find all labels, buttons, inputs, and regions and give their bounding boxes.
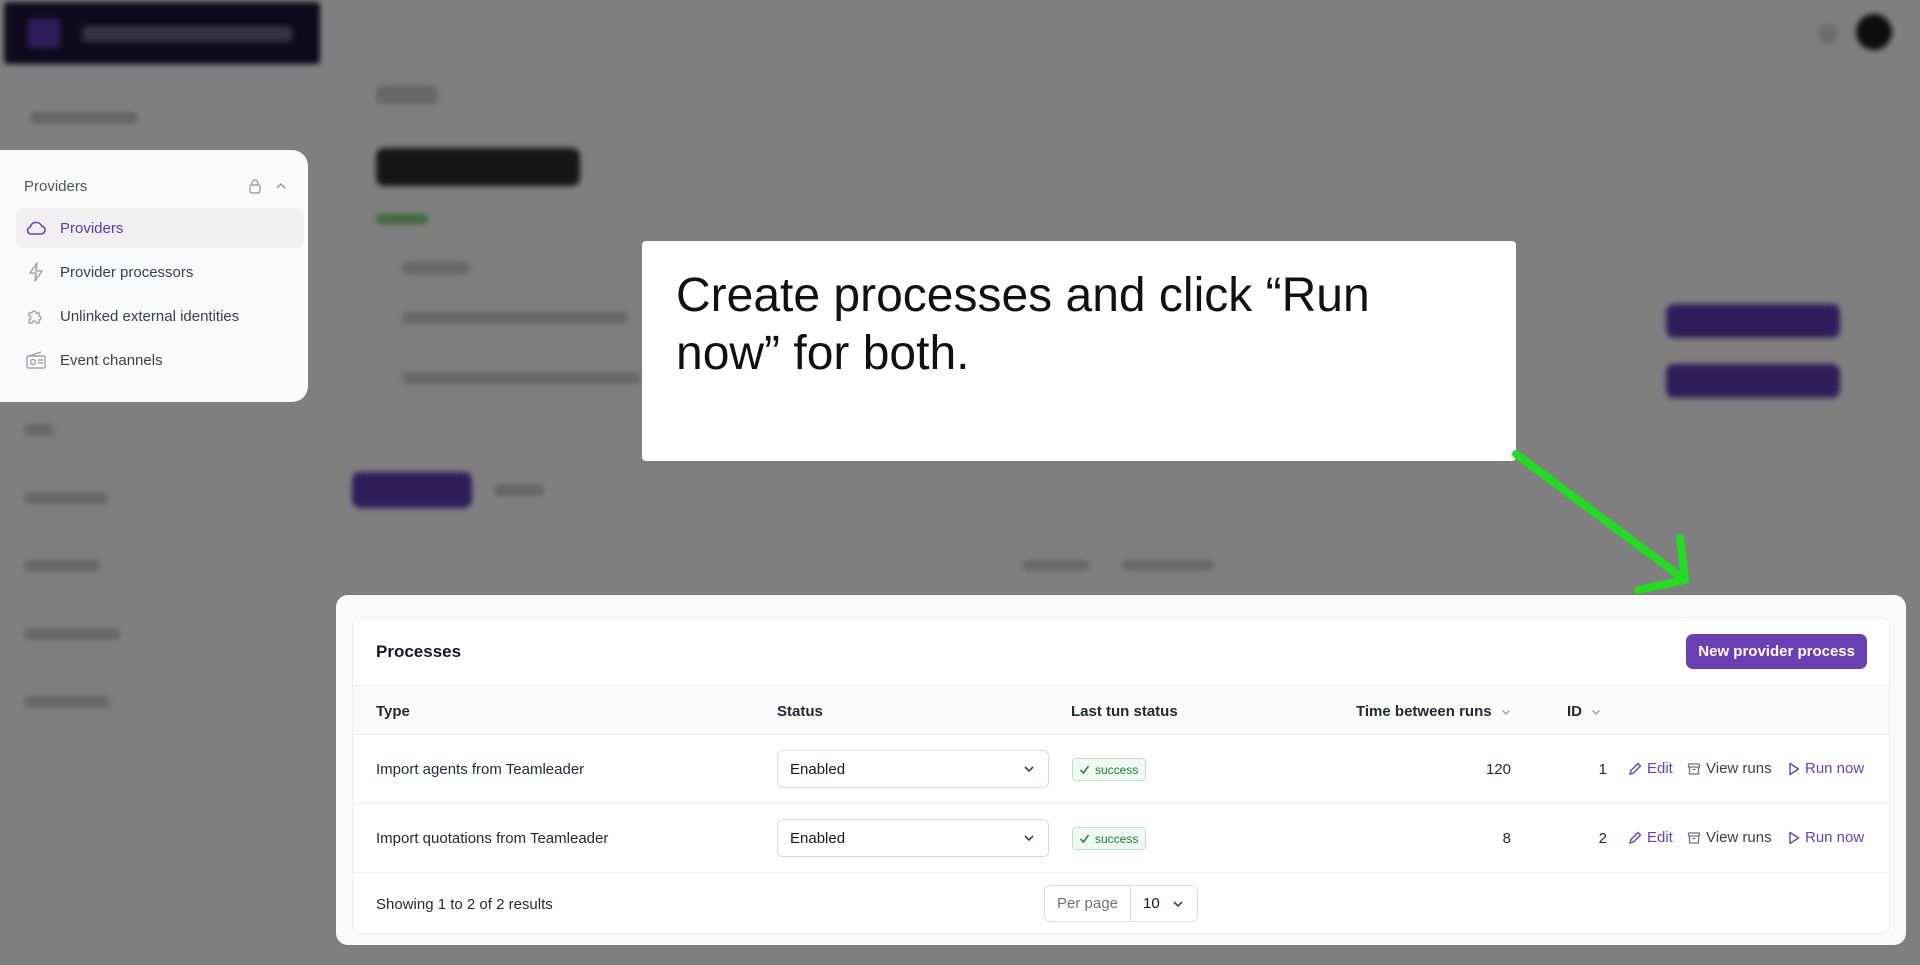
sidebar-providers-section: Providers Providers Provider processors … [0, 150, 308, 402]
process-type: Import quotations from Teamleader [376, 830, 609, 847]
column-time-between-runs[interactable]: Time between runs [1356, 703, 1512, 720]
archive-icon [1687, 831, 1701, 845]
cloud-icon [24, 216, 48, 240]
view-runs-link[interactable]: View runs [1687, 760, 1772, 777]
sidebar-item-unlinked-external-identities[interactable]: Unlinked external identities [16, 296, 304, 336]
id-value: 2 [1598, 830, 1607, 847]
edit-link[interactable]: Edit [1628, 760, 1673, 777]
per-page-label: Per page [1045, 886, 1131, 921]
column-status: Status [777, 703, 823, 720]
column-last-run-status: Last tun status [1071, 703, 1178, 720]
run-now-link[interactable]: Run now [1788, 829, 1864, 846]
processes-title: Processes [376, 642, 462, 661]
sidebar-section-label: Providers [24, 177, 88, 195]
bolt-icon [24, 260, 48, 284]
processes-header: Processes New provider process [353, 618, 1889, 686]
process-type: Import agents from Teamleader [376, 761, 585, 778]
status-select[interactable]: Enabled [777, 750, 1049, 788]
sort-chevron-icon[interactable] [1500, 706, 1512, 718]
pointer-arrow-icon [1512, 450, 1689, 594]
chevron-down-icon [1171, 897, 1185, 911]
check-icon [1079, 764, 1090, 775]
id-value: 1 [1598, 761, 1607, 778]
pencil-icon [1628, 762, 1642, 776]
sidebar-item-label: Unlinked external identities [60, 307, 240, 325]
sidebar-item-label: Provider processors [60, 263, 194, 281]
tutorial-tooltip: Create processes and click “Run now” for… [642, 241, 1516, 461]
sidebar-item-provider-processors[interactable]: Provider processors [16, 252, 304, 292]
status-badge: success [1072, 758, 1147, 781]
edit-link[interactable]: Edit [1628, 829, 1673, 846]
play-icon [1788, 831, 1800, 845]
column-id[interactable]: ID [1567, 703, 1602, 720]
play-icon [1788, 762, 1800, 776]
chevron-down-icon [1022, 831, 1036, 845]
new-provider-process-button[interactable]: New provider process [1686, 634, 1867, 669]
table-header: Type Status Last tun status Time between… [353, 686, 1889, 735]
per-page-control: Per page 10 [1044, 885, 1198, 922]
view-runs-link[interactable]: View runs [1687, 829, 1772, 846]
status-select[interactable]: Enabled [777, 819, 1049, 857]
sidebar-section-header[interactable]: Providers [24, 176, 294, 196]
run-now-link[interactable]: Run now [1788, 760, 1864, 777]
sidebar-item-event-channels[interactable]: Event channels [16, 340, 304, 380]
results-summary: Showing 1 to 2 of 2 results [376, 896, 553, 913]
column-type: Type [376, 703, 410, 720]
radio-icon [24, 348, 48, 372]
chevron-down-icon [1022, 762, 1036, 776]
per-page-select[interactable]: 10 [1131, 886, 1197, 921]
status-badge: success [1072, 827, 1147, 850]
time-between-runs-value: 120 [1485, 761, 1511, 778]
archive-icon [1687, 762, 1701, 776]
lock-icon[interactable] [242, 176, 268, 196]
table-row: Import agents from Teamleader Enabled su… [353, 735, 1889, 804]
sort-chevron-icon[interactable] [1590, 706, 1602, 718]
table-row: Import quotations from Teamleader Enable… [353, 804, 1889, 873]
table-footer: Showing 1 to 2 of 2 results Per page 10 [353, 873, 1889, 933]
sidebar-item-label: Event channels [60, 351, 163, 369]
sidebar-item-label: Providers [60, 219, 124, 237]
status-select-value: Enabled [790, 829, 846, 847]
processes-panel: Processes New provider process Type Stat… [352, 617, 1890, 934]
tooltip-text: Create processes and click “Run now” for… [676, 269, 1370, 380]
pencil-icon [1628, 831, 1642, 845]
status-select-value: Enabled [790, 760, 846, 778]
time-between-runs-value: 8 [1502, 830, 1511, 847]
puzzle-icon [24, 304, 48, 328]
sidebar-item-providers[interactable]: Providers [16, 208, 304, 248]
chevron-up-icon[interactable] [268, 176, 294, 196]
check-icon [1079, 833, 1090, 844]
